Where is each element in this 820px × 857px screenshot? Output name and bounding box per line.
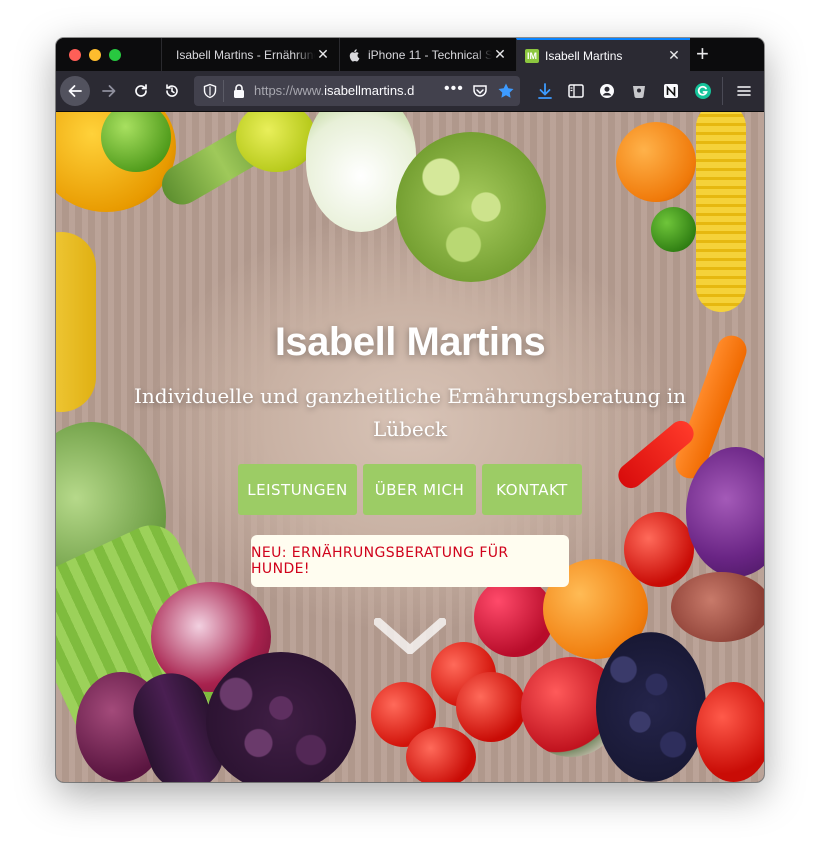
history-icon (166, 84, 178, 97)
close-icon[interactable]: ✕ (492, 46, 508, 63)
lock-icon[interactable] (232, 83, 246, 99)
tab-title: Isabell Martins - Ernährungs (176, 47, 315, 62)
back-button[interactable] (60, 76, 90, 106)
nav-button-kontakt[interactable]: KONTAKT (482, 464, 582, 515)
grammarly-icon[interactable] (694, 82, 712, 100)
notion-icon[interactable] (662, 82, 680, 100)
download-icon[interactable] (536, 82, 554, 100)
history-button[interactable] (157, 76, 187, 106)
tab-isabell-martins-ernaehrung[interactable]: Isabell Martins - Ernährungs ✕ (161, 38, 339, 71)
url-bar[interactable]: https://www.isabellmartins.d ••• (194, 76, 520, 106)
page-actions-menu-icon[interactable]: ••• (444, 80, 464, 98)
new-tab-plus-icon[interactable]: + (696, 42, 709, 66)
library-sidebar-icon[interactable] (567, 82, 585, 100)
site-title: Isabell Martins (274, 320, 546, 364)
site-subtitle: Individuelle und ganzheitliche Ernährung… (133, 384, 687, 441)
hero-section: Isabell Martins Individuelle und ganzhei… (56, 112, 764, 782)
site-favicon-icon: IM (525, 48, 539, 63)
cta-dog-nutrition-button[interactable]: NEU: ERNÄHRUNGSBERATUNG FÜR HUNDE! (251, 535, 569, 587)
forward-button[interactable] (94, 76, 124, 106)
minimize-window-button[interactable] (89, 49, 101, 61)
arrow-left-icon (68, 85, 82, 97)
extension-icon[interactable] (630, 82, 648, 100)
arrow-right-icon (102, 85, 116, 97)
tab-bar: Isabell Martins - Ernährungs ✕ iPhone 11… (56, 38, 764, 71)
hamburger-menu-icon[interactable] (736, 83, 752, 99)
scroll-down-chevron-icon[interactable] (374, 618, 446, 654)
nav-button-ueber-mich[interactable]: ÜBER MICH (363, 464, 476, 515)
close-window-button[interactable] (69, 49, 81, 61)
navigation-toolbar: https://www.isabellmartins.d ••• (56, 71, 764, 112)
tab-title: iPhone 11 - Technical Specifi (368, 47, 492, 62)
nav-button-leistungen[interactable]: LEISTUNGEN (238, 464, 357, 515)
url-text[interactable]: https://www.isabellmartins.d (254, 83, 440, 98)
bookmark-star-icon[interactable] (497, 82, 515, 100)
maximize-window-button[interactable] (109, 49, 121, 61)
url-prefix: https://www. (254, 83, 325, 98)
browser-window: Isabell Martins - Ernährungs ✕ iPhone 11… (56, 38, 764, 782)
shield-icon[interactable] (202, 83, 218, 99)
tab-isabell-martins-active[interactable]: IM Isabell Martins ✕ (516, 38, 690, 71)
pocket-icon[interactable] (472, 83, 488, 99)
url-bar-divider (223, 80, 224, 102)
apple-icon (349, 48, 360, 62)
reload-icon (135, 84, 147, 97)
close-icon[interactable]: ✕ (666, 47, 682, 64)
toolbar-divider (722, 77, 723, 105)
close-icon[interactable]: ✕ (315, 46, 331, 63)
account-icon[interactable] (598, 82, 616, 100)
reload-button[interactable] (126, 76, 156, 106)
tab-title: Isabell Martins (545, 48, 623, 63)
url-domain: isabellmartins.d (324, 83, 415, 98)
tab-iphone-11[interactable]: iPhone 11 - Technical Specifi ✕ (339, 38, 516, 71)
